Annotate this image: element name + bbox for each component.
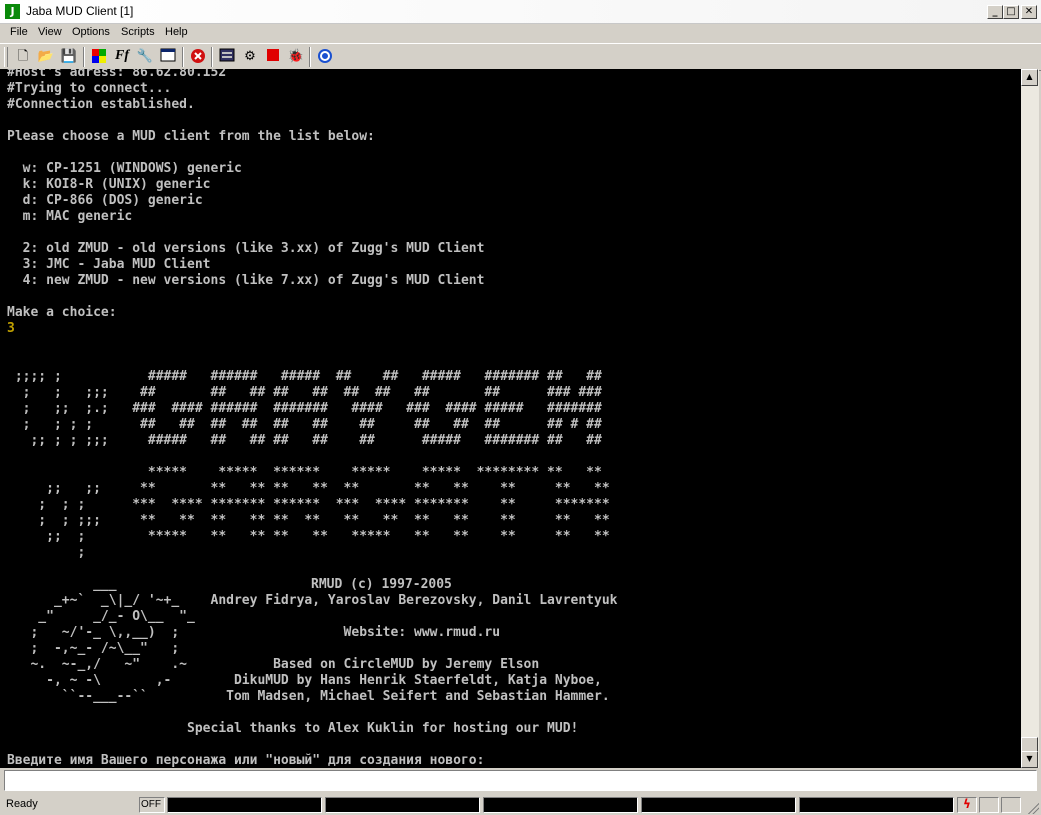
status-pane <box>167 797 322 813</box>
status-mode-pane: OFF <box>139 797 165 813</box>
toolbar-separator <box>83 47 85 67</box>
toolbar-separator <box>309 47 311 67</box>
disconnect-icon[interactable] <box>189 48 207 66</box>
status-pane-empty <box>1001 797 1021 813</box>
terminal-text-block: #Host's adress: 86.62.80.152 #Trying to … <box>7 69 617 768</box>
open-folder-icon[interactable]: 📂 <box>37 48 55 66</box>
status-bar: Ready OFF ϟ <box>0 795 1041 815</box>
stop-icon[interactable] <box>264 48 282 66</box>
scroll-up-arrow-icon[interactable]: ▲ <box>1021 69 1038 86</box>
close-button[interactable]: ✕ <box>1021 5 1037 19</box>
minimize-button[interactable]: _ <box>987 5 1003 19</box>
title-bar[interactable]: J Jaba MUD Client [1] _ □ ✕ <box>0 0 1041 24</box>
status-text: Ready <box>6 798 38 810</box>
colors-icon[interactable] <box>90 48 108 66</box>
rmud-copyright: RMUD (c) 1997-2005 <box>311 577 452 592</box>
terminal-art-text: ;;;; ; ##### ###### ##### ## ## ##### ##… <box>7 369 618 768</box>
menu-options[interactable]: Options <box>72 26 110 38</box>
command-input[interactable] <box>4 770 1037 791</box>
status-pane <box>483 797 638 813</box>
menu-file[interactable]: File <box>10 26 28 38</box>
wrench-icon[interactable]: 🔧 <box>136 48 154 66</box>
lightning-icon: ϟ <box>957 797 977 813</box>
window-icon[interactable] <box>159 48 177 66</box>
bug-icon[interactable]: 🐞 <box>287 48 305 66</box>
echoed-input: 3 <box>7 321 15 336</box>
status-pane-empty <box>979 797 999 813</box>
terminal-output[interactable]: #Host's adress: 86.62.80.152 #Trying to … <box>0 69 1021 768</box>
terminal-text: #Host's adress: 86.62.80.152 #Trying to … <box>7 69 485 320</box>
status-pane <box>325 797 480 813</box>
resize-grip[interactable] <box>1025 800 1039 814</box>
terminal-scrollbar[interactable]: ▲ ▼ <box>1021 69 1039 768</box>
window-title: Jaba MUD Client [1] <box>26 4 134 18</box>
toolbar: 🗋 📂 💾 Ff 🔧 ⚙ 🐞 <box>0 43 1041 71</box>
font-icon[interactable]: Ff <box>113 48 131 66</box>
toolbar-separator <box>182 47 184 67</box>
log-icon[interactable] <box>218 48 236 66</box>
scroll-thumb[interactable] <box>1021 737 1038 752</box>
tools-icon[interactable]: ⚙ <box>241 48 259 66</box>
status-pane <box>641 797 796 813</box>
menu-help[interactable]: Help <box>165 26 188 38</box>
toolbar-separator <box>211 47 213 67</box>
menu-scripts[interactable]: Scripts <box>121 26 155 38</box>
menu-bar: File View Options Scripts Help <box>0 23 1041 42</box>
status-pane <box>799 797 954 813</box>
new-file-icon[interactable]: 🗋 <box>14 48 32 66</box>
app-icon: J <box>5 4 20 19</box>
scroll-down-arrow-icon[interactable]: ▼ <box>1021 751 1038 768</box>
menu-view[interactable]: View <box>38 26 62 38</box>
save-icon[interactable]: 💾 <box>60 48 78 66</box>
maximize-button[interactable]: □ <box>1003 5 1019 19</box>
help-icon[interactable] <box>316 48 334 66</box>
toolbar-grip[interactable] <box>4 47 8 67</box>
